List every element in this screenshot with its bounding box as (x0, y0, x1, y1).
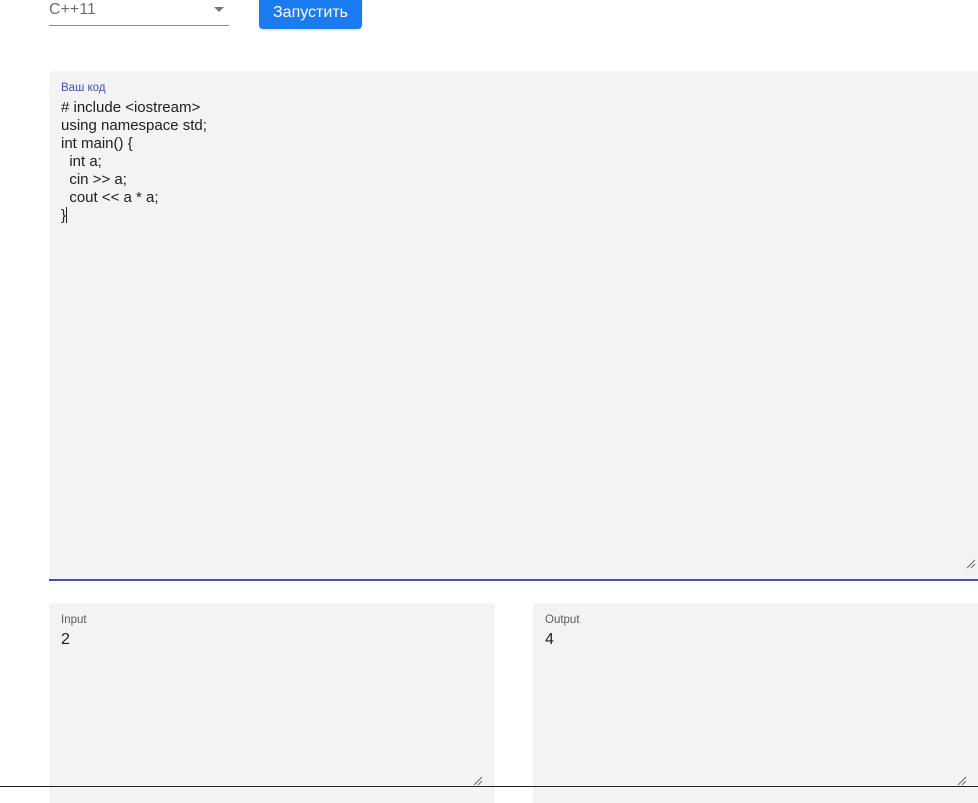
chevron-down-icon[interactable] (214, 7, 224, 12)
code-line: # include <iostream> (61, 99, 201, 116)
input-field-label: Input (61, 614, 87, 626)
divider (0, 786, 978, 787)
code-line: cin >> a; (61, 171, 127, 188)
input-field-value[interactable]: 2 (61, 631, 483, 789)
input-field[interactable]: Input 2 (49, 603, 495, 803)
code-line: using namespace std; (61, 117, 207, 134)
output-field[interactable]: Output 4 (533, 603, 978, 803)
resize-handle-icon[interactable] (957, 776, 967, 786)
code-line: int a; (61, 153, 102, 170)
language-select[interactable]: C++11 (49, 0, 229, 26)
run-button[interactable]: Запустить (259, 0, 362, 29)
language-select-value: C++11 (49, 1, 96, 18)
code-line: int main() { (61, 135, 133, 152)
resize-handle-icon[interactable] (473, 776, 483, 786)
code-editor-text[interactable]: # include <iostream> using namespace std… (61, 99, 977, 565)
code-editor[interactable]: Ваш код # include <iostream> using names… (49, 71, 978, 581)
output-field-value: 4 (545, 631, 554, 648)
code-editor-label: Ваш код (61, 82, 106, 94)
text-cursor (66, 207, 68, 223)
code-line: cout << a * a; (61, 189, 159, 206)
resize-handle-icon[interactable] (966, 559, 976, 569)
output-field-label: Output (545, 614, 580, 626)
